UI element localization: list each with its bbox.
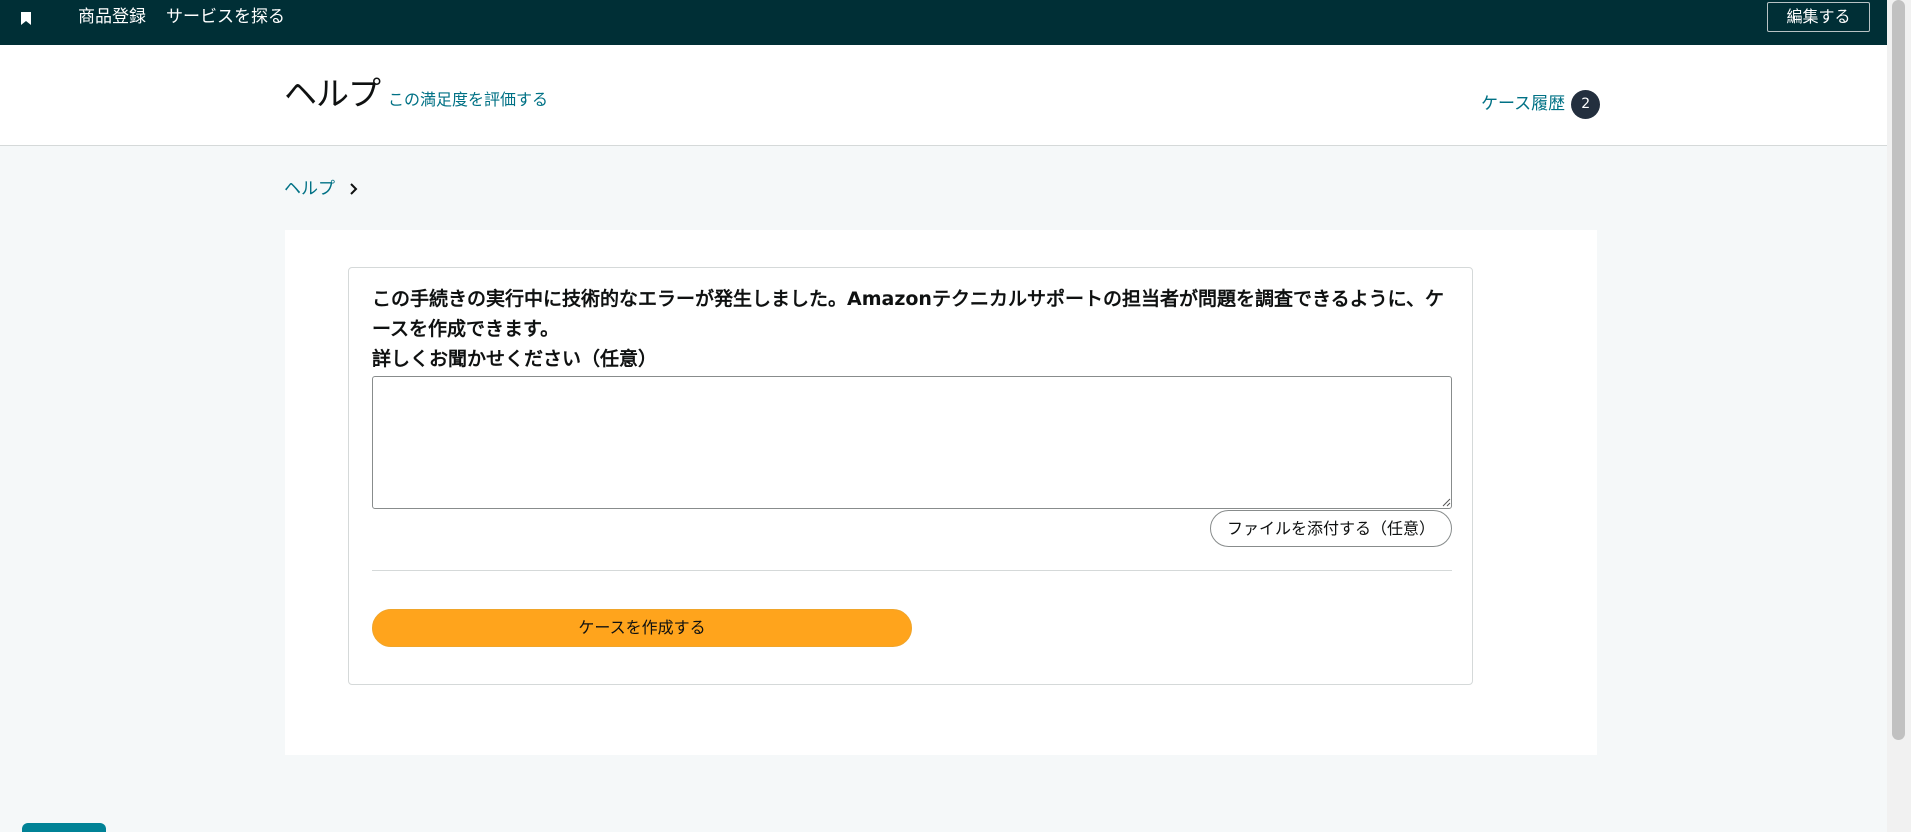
nav-item-product-registration[interactable]: 商品登録 (78, 7, 146, 27)
case-history-link[interactable]: ケース履歴 2 (1481, 88, 1601, 120)
details-label: 詳しくお聞かせください（任意） (372, 348, 658, 370)
case-history-label: ケース履歴 (1481, 94, 1566, 114)
breadcrumb-item-help[interactable]: ヘルプ (284, 178, 335, 200)
create-case-button[interactable]: ケースを作成する (372, 609, 912, 647)
rate-satisfaction-link[interactable]: この満足度を評価する (388, 89, 548, 111)
bookmark-icon[interactable] (21, 12, 31, 25)
resize-handle-icon[interactable] (1442, 498, 1451, 507)
divider (372, 570, 1452, 571)
chevron-right-icon (350, 183, 358, 195)
case-form-box: この手続きの実行中に技術的なエラーが発生しました。Amazonテクニカルサポート… (348, 267, 1473, 685)
edit-button[interactable]: 編集する (1767, 2, 1870, 32)
attach-file-button[interactable]: ファイルを添付する（任意） (1210, 510, 1452, 547)
page-header: ヘルプ この満足度を評価する ケース履歴 2 (0, 45, 1887, 146)
top-nav-bar: 商品登録 サービスを探る 編集する (0, 0, 1887, 45)
nav-item-explore-services[interactable]: サービスを探る (166, 7, 285, 27)
page-title: ヘルプ (284, 74, 381, 113)
case-count-badge: 2 (1571, 89, 1601, 119)
main-panel: この手続きの実行中に技術的なエラーが発生しました。Amazonテクニカルサポート… (285, 230, 1597, 755)
bottom-feedback-button[interactable] (22, 823, 106, 832)
error-message: この手続きの実行中に技術的なエラーが発生しました。Amazonテクニカルサポート… (372, 288, 1445, 340)
details-textarea[interactable] (372, 376, 1452, 509)
breadcrumb: ヘルプ (284, 178, 360, 200)
scrollbar-thumb[interactable] (1892, 0, 1905, 740)
page-scrollbar[interactable] (1887, 0, 1911, 832)
